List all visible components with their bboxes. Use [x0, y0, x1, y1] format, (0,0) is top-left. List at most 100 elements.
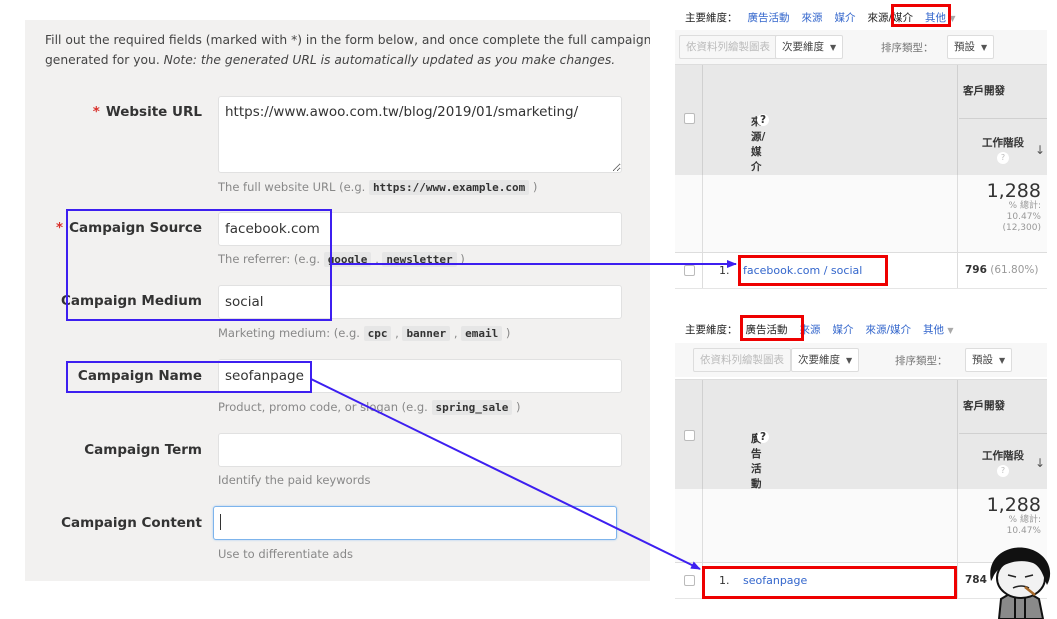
- campaign-medium-label: Campaign Medium: [25, 293, 202, 309]
- campaign-source-help: The referrer: (e.g. google , newsletter …: [218, 252, 465, 267]
- select-all-checkbox[interactable]: [684, 113, 695, 124]
- highlight-box-campaign-tab: [740, 315, 804, 341]
- primary-dimension-label: 主要維度：: [685, 324, 738, 336]
- sessions-header-text: 工作階段: [982, 450, 1024, 462]
- website-url-label: * Website URL: [25, 104, 202, 120]
- total-dimension-cell: [703, 175, 958, 252]
- row-sessions-pct: (61.80%): [990, 264, 1039, 276]
- campaign-name-input[interactable]: [218, 359, 622, 393]
- caret-down-icon: ▼: [999, 356, 1006, 365]
- plot-rows-button[interactable]: 依資料列繪製圖表: [693, 348, 791, 372]
- other-label: 其他: [923, 324, 945, 336]
- total-value: 1,288: [986, 494, 1041, 516]
- select-all-checkbox[interactable]: [684, 430, 695, 441]
- sort-type-dropdown[interactable]: 預設 ▼: [947, 35, 995, 59]
- campaign-source-input[interactable]: [218, 212, 622, 246]
- row-checkbox[interactable]: [684, 575, 695, 586]
- help-icon[interactable]: ?: [757, 431, 769, 443]
- secondary-dimension-dropdown[interactable]: 次要維度 ▼: [791, 348, 860, 372]
- highlight-box-facebook-row: [738, 255, 888, 286]
- total-row: 1,288 % 總計: 10.47% (12,300): [675, 175, 1047, 253]
- select-all-column: [675, 65, 703, 175]
- website-url-input[interactable]: [218, 96, 622, 173]
- primary-dimension-bar: 主要維度： 廣告活動 來源 媒介 來源/媒介 其他 ▼: [685, 322, 966, 337]
- text-cursor: [220, 514, 221, 530]
- sort-type-dropdown[interactable]: 預設 ▼: [965, 348, 1013, 372]
- dimension-tab-campaign[interactable]: 廣告活動: [748, 12, 790, 24]
- dimension-tab-medium[interactable]: 媒介: [833, 324, 854, 336]
- campaign-url-builder-form: Fill out the required fields (marked wit…: [25, 20, 650, 581]
- help-text: ): [502, 326, 511, 340]
- campaign-content-input[interactable]: [213, 506, 617, 540]
- campaign-source-label: * Campaign Source: [25, 220, 202, 236]
- plot-rows-button[interactable]: 依資料列繪製圖表: [679, 35, 777, 59]
- dimension-tab-medium[interactable]: 媒介: [835, 12, 856, 24]
- instructions-line-2: generated for you. Note: the generated U…: [45, 50, 650, 70]
- campaign-name-label: Campaign Name: [25, 368, 202, 384]
- dimension-column-header[interactable]: 廣告活動?: [703, 380, 958, 490]
- sort-descending-icon[interactable]: ↓: [1035, 143, 1045, 157]
- campaign-name-help: Product, promo code, or slogan (e.g. spr…: [218, 400, 521, 415]
- sort-type-label: 排序類型：: [895, 355, 948, 367]
- sessions-column-header[interactable]: 工作階段?: [959, 448, 1047, 477]
- row-sessions: 796 (61.80%): [965, 264, 1039, 276]
- sort-descending-icon[interactable]: ↓: [1035, 456, 1045, 470]
- help-icon[interactable]: ?: [997, 465, 1009, 477]
- total-pct-label: % 總計:: [1008, 201, 1041, 211]
- report-toolbar: 依資料列繪製圖表 次要維度 ▼ 排序類型： 預設 ▼: [675, 30, 1047, 64]
- website-url-help: The full website URL (e.g. https://www.e…: [218, 180, 537, 195]
- metric-column-header: 客戶開發 工作階段? ↓: [959, 65, 1047, 175]
- ga-report-source-medium: 主要維度： 廣告活動 來源 媒介 來源/媒介 其他 ▼ 依資料列繪製圖表 次要維度 ▼ 排序…: [675, 0, 1047, 300]
- campaign-term-help: Identify the paid keywords: [218, 473, 371, 487]
- dimension-tab-source[interactable]: 來源: [802, 12, 823, 24]
- row-checkbox[interactable]: [684, 265, 695, 276]
- campaign-medium-input[interactable]: [218, 285, 622, 319]
- caret-down-icon: ▼: [846, 356, 853, 365]
- required-marker: *: [92, 104, 100, 120]
- instructions-line-1: Fill out the required fields (marked wit…: [45, 33, 650, 47]
- table-header: 廣告活動? 客戶開發 工作階段? ↓: [675, 379, 1047, 490]
- metric-column-header: 客戶開發 工作階段? ↓: [959, 380, 1047, 489]
- example-code: cpc: [363, 326, 392, 341]
- example-code: spring_sale: [431, 400, 513, 415]
- highlight-box-source-medium-tab: [891, 4, 951, 27]
- total-sessions: 1,288 % 總計: 10.47% (12,300): [987, 181, 1041, 234]
- highlight-box-seofanpage-row: [702, 566, 957, 599]
- example-code: banner: [402, 326, 451, 341]
- report-toolbar: 依資料列繪製圖表 次要維度 ▼ 排序類型： 預設 ▼: [675, 343, 1047, 377]
- label-text: Campaign Term: [84, 442, 202, 458]
- select-all-column: [675, 380, 703, 489]
- secondary-dimension-label: 次要維度: [782, 41, 824, 53]
- total-pct-label: % 總計:: [1008, 515, 1041, 525]
- metric-group-header: 客戶開發: [959, 65, 1047, 119]
- help-icon[interactable]: ?: [757, 114, 769, 126]
- total-value: 1,288: [986, 180, 1041, 202]
- instructions-text: generated for you.: [45, 53, 164, 67]
- grand-total: (12,300): [1002, 223, 1041, 233]
- campaign-content-label: Campaign Content: [25, 515, 202, 531]
- label-text: Campaign Content: [61, 515, 202, 531]
- example-code: google: [323, 252, 372, 267]
- secondary-dimension-dropdown[interactable]: 次要維度 ▼: [775, 35, 844, 59]
- sessions-column-header[interactable]: 工作階段?: [959, 135, 1047, 164]
- required-marker: *: [56, 220, 64, 236]
- help-text: The full website URL (e.g.: [218, 180, 369, 194]
- campaign-term-label: Campaign Term: [25, 442, 202, 458]
- help-icon[interactable]: ?: [997, 152, 1009, 164]
- total-dimension-cell: [703, 489, 958, 562]
- total-sessions: 1,288 % 總計: 10.47%: [987, 495, 1041, 537]
- help-text: ): [456, 252, 465, 266]
- total-checkbox-cell: [675, 175, 703, 252]
- metric-group-header: 客戶開發: [959, 380, 1047, 434]
- help-text: Marketing medium: (e.g.: [218, 326, 364, 340]
- campaign-term-input[interactable]: [218, 433, 622, 467]
- example-code: newsletter: [382, 252, 457, 267]
- dimension-tab-other[interactable]: 其他 ▼: [923, 324, 954, 336]
- example-code: email: [461, 326, 503, 341]
- caret-down-icon: ▼: [981, 43, 988, 52]
- primary-dimension-label: 主要維度：: [685, 12, 738, 24]
- dimension-column-header[interactable]: 來源/媒介?: [703, 65, 958, 175]
- dimension-tab-source-medium[interactable]: 來源/媒介: [866, 324, 912, 336]
- label-text: Campaign Source: [69, 220, 202, 236]
- row-sessions-value: 796: [965, 264, 987, 276]
